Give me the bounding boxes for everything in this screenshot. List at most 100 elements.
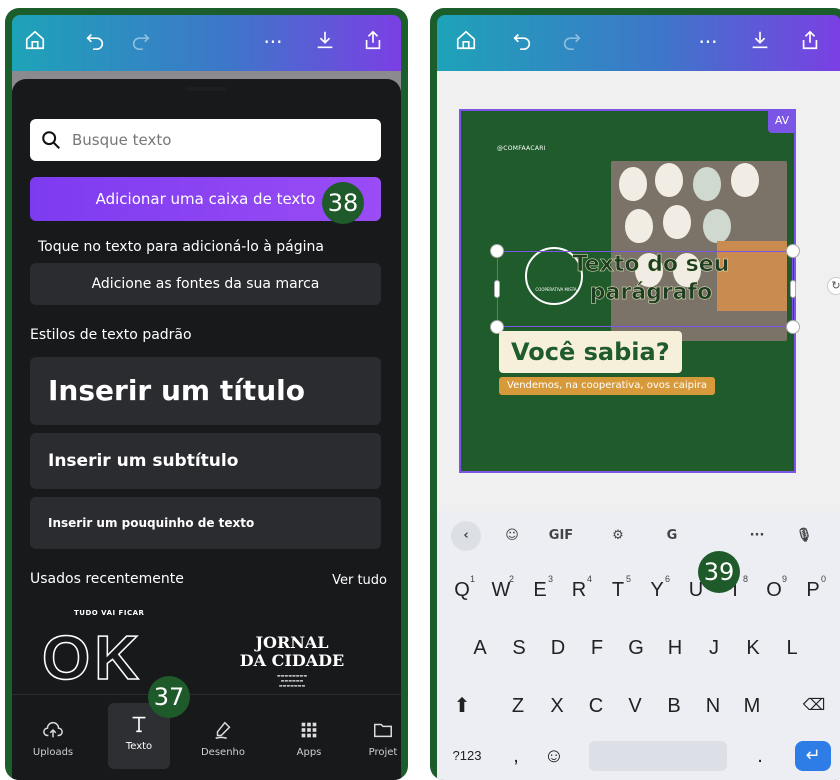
see-all-link[interactable]: Ver tudo [332, 573, 387, 588]
backspace-key[interactable]: ⌫ [797, 683, 831, 729]
undo-icon[interactable] [82, 29, 108, 55]
keyboard: ‹ ☺ GIF ⚙ G ··· 🎙 Q1W2E3R4T5Y6U7I8O9P0 A… [437, 511, 840, 780]
thumb-ok-word: OK [41, 623, 143, 694]
key-row-4: ?123 , ☺ . ↵ [437, 733, 840, 779]
key-g[interactable]: G [619, 625, 653, 671]
side-handle[interactable] [790, 280, 796, 298]
pen-draw-icon [215, 721, 231, 739]
recent-title: Usados recentemente [30, 571, 184, 587]
key-h[interactable]: H [658, 625, 692, 671]
share-icon[interactable] [360, 29, 386, 55]
left-screen: ··· Busque texto Adicionar uma caixa de … [12, 15, 401, 780]
vendemos-text[interactable]: Vendemos, na cooperativa, ovos caipira [499, 377, 716, 395]
canvas-area: AV @COMFAACARI COOPERATIVA MISTA Texto d… [437, 71, 840, 511]
shift-key[interactable]: ⬆ [445, 683, 479, 729]
default-styles-title: Estilos de texto padrão [30, 327, 192, 343]
microphone-icon[interactable]: 🎙 [789, 523, 819, 549]
folder-icon [374, 723, 392, 738]
search-icon [40, 129, 62, 151]
key-p[interactable]: P0 [796, 567, 830, 613]
key-l[interactable]: L [775, 625, 809, 671]
emoji-key[interactable]: ☺ [537, 733, 571, 779]
key-n[interactable]: N [696, 683, 730, 729]
home-icon[interactable] [22, 29, 48, 55]
editor-topbar-right: ··· [437, 15, 840, 71]
cloud-upload-icon [43, 722, 63, 738]
key-d[interactable]: D [541, 625, 575, 671]
style-title-button[interactable]: Inserir um título [30, 357, 381, 425]
key-c[interactable]: C [579, 683, 613, 729]
key-t[interactable]: T5 [601, 567, 635, 613]
enter-key[interactable]: ↵ [795, 741, 831, 771]
key-row-1: Q1W2E3R4T5Y6U7I8O9P0 [437, 567, 840, 613]
tap-hint-text: Toque no texto para adicioná-lo à página [38, 239, 324, 255]
design-handle-text[interactable]: @COMFAACARI [497, 145, 546, 152]
comma-key[interactable]: , [499, 733, 533, 779]
undo-icon[interactable] [509, 29, 535, 55]
nav-desenho[interactable]: Desenho [192, 709, 254, 771]
brand-fonts-button[interactable]: Adicione as fontes da sua marca [30, 263, 381, 305]
keyboard-toolbar: ‹ ☺ GIF ⚙ G ··· 🎙 [437, 511, 840, 561]
redo-icon[interactable] [559, 29, 585, 55]
style-subtitle-button[interactable]: Inserir um subtítulo [30, 433, 381, 489]
key-f[interactable]: F [580, 625, 614, 671]
key-a[interactable]: A [463, 625, 497, 671]
right-screen: ··· AV @COMFAACARI COOPERATIVA MISTA Tex… [437, 15, 840, 780]
style-body-button[interactable]: Inserir um pouquinho de texto [30, 497, 381, 549]
resize-handle[interactable] [786, 320, 800, 334]
drag-handle[interactable] [186, 87, 227, 91]
key-e[interactable]: E3 [523, 567, 557, 613]
nav-projetos[interactable]: Projet [352, 709, 401, 771]
resize-handle[interactable] [786, 244, 800, 258]
bottom-nav: Uploads Texto Desenho Apps Projet [12, 694, 401, 780]
key-v[interactable]: V [618, 683, 652, 729]
key-q[interactable]: Q1 [445, 567, 479, 613]
key-row-2: ASDFGHJKL [437, 625, 840, 671]
key-row-3: ⬆ ⌫ ZXCVBNM [437, 683, 840, 729]
chevron-left-icon[interactable]: ‹ [451, 521, 481, 551]
translate-icon[interactable]: G [657, 523, 687, 549]
voce-sabia-text[interactable]: Você sabia? [499, 331, 682, 373]
step-badge-37: 37 [148, 676, 190, 718]
key-m[interactable]: M [735, 683, 769, 729]
key-r[interactable]: R4 [562, 567, 596, 613]
key-b[interactable]: B [657, 683, 691, 729]
thumb-jornal-fineprint: ▬▬▬▬▬▬▬▬ ▬▬▬▬▬▬ ▬▬▬▬▬▬▬ [276, 673, 308, 688]
key-y[interactable]: Y6 [640, 567, 674, 613]
nav-apps[interactable]: Apps [278, 709, 340, 771]
period-key[interactable]: . [743, 733, 777, 779]
sticker-icon[interactable]: ☺ [497, 523, 527, 549]
kb-more-button[interactable]: ··· [737, 523, 777, 549]
key-w[interactable]: W2 [484, 567, 518, 613]
thumb-jornal-line1: JORNAL [255, 633, 329, 652]
more-options-icon[interactable]: ··· [260, 29, 286, 55]
more-options-icon[interactable]: ··· [695, 29, 721, 55]
key-k[interactable]: K [736, 625, 770, 671]
text-icon [132, 716, 146, 733]
redo-icon[interactable] [128, 29, 154, 55]
home-icon[interactable] [453, 29, 479, 55]
symbols-key[interactable]: ?123 [445, 733, 489, 779]
template-thumb-jornal[interactable]: JORNAL DA CIDADE ▬▬▬▬▬▬▬▬ ▬▬▬▬▬▬ ▬▬▬▬▬▬▬ [222, 633, 362, 689]
nav-uploads[interactable]: Uploads [22, 709, 84, 771]
rotate-icon[interactable]: ↻ [827, 277, 840, 295]
gif-button[interactable]: GIF [541, 523, 581, 549]
collaborator-avatar-tag: AV [768, 109, 796, 133]
search-input[interactable]: Busque texto [30, 119, 381, 161]
apps-grid-icon [301, 722, 317, 738]
left-phone-frame: ··· Busque texto Adicionar uma caixa de … [5, 8, 408, 780]
gear-icon[interactable]: ⚙ [603, 523, 633, 549]
key-z[interactable]: Z [501, 683, 535, 729]
key-o[interactable]: O9 [757, 567, 791, 613]
download-icon[interactable] [312, 29, 338, 55]
key-j[interactable]: J [697, 625, 731, 671]
side-handle[interactable] [494, 280, 500, 298]
space-key[interactable] [589, 741, 727, 771]
resize-handle[interactable] [490, 244, 504, 258]
key-x[interactable]: X [540, 683, 574, 729]
download-icon[interactable] [747, 29, 773, 55]
design-page[interactable]: AV @COMFAACARI COOPERATIVA MISTA Texto d… [459, 109, 800, 473]
key-s[interactable]: S [502, 625, 536, 671]
right-phone-frame: ··· AV @COMFAACARI COOPERATIVA MISTA Tex… [430, 8, 840, 780]
share-icon[interactable] [797, 29, 823, 55]
